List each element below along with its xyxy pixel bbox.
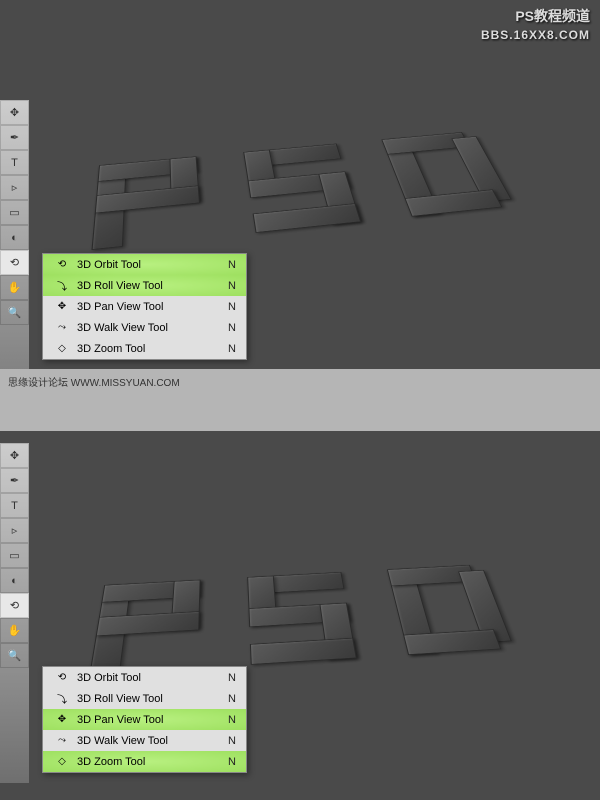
tool-palette: ✥ ✒ T ▹ ▭ ◐ ⟲ ✋ 🔍 [0,443,29,783]
separator-bar: 思缘设计论坛 WWW.MISSYUAN.COM [0,369,600,431]
menu-label: 3D Orbit Tool [77,259,141,271]
menu-3d-walk-view-tool[interactable]: ⤳ 3D Walk View Tool N [43,317,246,338]
hand-tool[interactable]: ✋ [0,618,29,643]
walk-icon: ⤳ [53,322,71,333]
menu-shortcut: N [208,672,236,684]
menu-label: 3D Walk View Tool [77,735,168,747]
menu-shortcut: N [208,756,236,768]
path-select-tool[interactable]: ▹ [0,518,29,543]
roll-icon: ⤵ [53,278,71,293]
walk-icon: ⤳ [53,735,71,746]
watermark-line2: BBS.16XX8.COM [481,28,590,42]
menu-label: 3D Zoom Tool [77,756,145,768]
3d-camera-flyout-menu: ⟲ 3D Orbit Tool N ⤵ 3D Roll View Tool N … [42,253,247,360]
menu-shortcut: N [208,280,236,292]
zoom-tool[interactable]: 🔍 [0,643,29,668]
type-tool[interactable]: T [0,150,29,175]
menu-shortcut: N [208,693,236,705]
3d-object-tool[interactable]: ◐ [0,225,29,250]
menu-3d-pan-view-tool[interactable]: ✥ 3D Pan View Tool N [43,709,246,730]
pan-icon: ✥ [53,714,71,725]
3d-camera-tool[interactable]: ⟲ [0,593,29,618]
shape-tool[interactable]: ▭ [0,543,29,568]
pan-icon: ✥ [53,301,71,312]
roll-icon: ⤵ [53,691,71,706]
menu-3d-zoom-tool[interactable]: ◇ 3D Zoom Tool N [43,338,246,359]
menu-3d-roll-view-tool[interactable]: ⤵ 3D Roll View Tool N [43,688,246,709]
menu-label: 3D Roll View Tool [77,693,163,705]
menu-shortcut: N [208,322,236,334]
menu-shortcut: N [208,301,236,313]
orbit-icon: ⟲ [53,259,71,270]
move-tool[interactable]: ✥ [0,100,29,125]
path-select-tool[interactable]: ▹ [0,175,29,200]
tool-palette: ✥ ✒ T ▹ ▭ ◐ ⟲ ✋ 🔍 [0,100,29,369]
menu-3d-walk-view-tool[interactable]: ⤳ 3D Walk View Tool N [43,730,246,751]
orbit-icon: ⟲ [53,672,71,683]
menu-3d-orbit-tool[interactable]: ⟲ 3D Orbit Tool N [43,254,246,275]
menu-3d-zoom-tool[interactable]: ◇ 3D Zoom Tool N [43,751,246,772]
move-tool[interactable]: ✥ [0,443,29,468]
separator-text: 思缘设计论坛 WWW.MISSYUAN.COM [8,374,180,389]
menu-shortcut: N [208,735,236,747]
pen-tool[interactable]: ✒ [0,125,29,150]
menu-3d-orbit-tool[interactable]: ⟲ 3D Orbit Tool N [43,667,246,688]
type-tool[interactable]: T [0,493,29,518]
menu-shortcut: N [208,259,236,271]
menu-3d-pan-view-tool[interactable]: ✥ 3D Pan View Tool N [43,296,246,317]
3d-camera-flyout-menu: ⟲ 3D Orbit Tool N ⤵ 3D Roll View Tool N … [42,666,247,773]
pen-tool[interactable]: ✒ [0,468,29,493]
zoom-icon: ◇ [53,756,71,767]
3d-camera-tool[interactable]: ⟲ [0,250,29,275]
menu-label: 3D Pan View Tool [77,301,163,313]
3d-object-tool[interactable]: ◐ [0,568,29,593]
hand-tool[interactable]: ✋ [0,275,29,300]
watermark-line1: PS教程频道 [481,6,590,26]
menu-shortcut: N [208,343,236,355]
menu-shortcut: N [208,714,236,726]
watermark: PS教程频道 BBS.16XX8.COM [481,6,590,42]
shape-tool[interactable]: ▭ [0,200,29,225]
menu-label: 3D Pan View Tool [77,714,163,726]
menu-label: 3D Walk View Tool [77,322,168,334]
menu-label: 3D Orbit Tool [77,672,141,684]
menu-3d-roll-view-tool[interactable]: ⤵ 3D Roll View Tool N [43,275,246,296]
menu-label: 3D Roll View Tool [77,280,163,292]
menu-label: 3D Zoom Tool [77,343,145,355]
zoom-icon: ◇ [53,343,71,354]
zoom-tool[interactable]: 🔍 [0,300,29,325]
